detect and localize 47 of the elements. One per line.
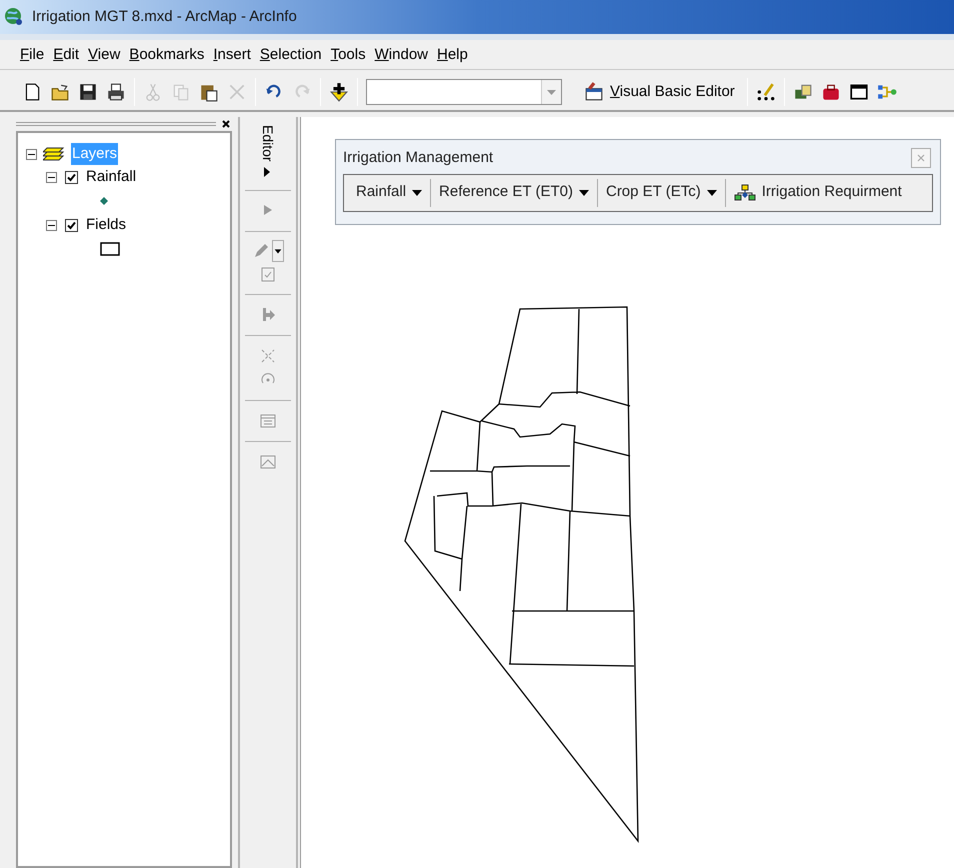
menu-item[interactable]: Selection	[260, 47, 322, 62]
layers-icon	[43, 146, 65, 162]
clipboard-check-icon[interactable]	[259, 264, 277, 283]
menu-item[interactable]: Bookmarks	[129, 47, 204, 62]
window-icon[interactable]	[848, 82, 869, 102]
checkmark-icon	[66, 172, 77, 182]
tool-button[interactable]: Irrigation Requirment	[728, 178, 908, 208]
close-icon	[917, 154, 925, 162]
menu-item[interactable]: View	[88, 47, 120, 62]
plus-arrow-icon[interactable]	[329, 82, 349, 102]
pencil-dots-icon[interactable]	[756, 82, 776, 102]
window-title: Irrigation MGT 8.mxd - ArcMap - ArcInfo	[32, 6, 297, 27]
visual-basic-editor-button[interactable]: Visual Basic Editor	[580, 78, 739, 106]
collapse-toggle[interactable]	[46, 220, 57, 230]
menu-item[interactable]: File	[20, 47, 44, 62]
collapse-toggle[interactable]	[46, 172, 57, 182]
dropdown-arrow-icon	[706, 190, 717, 196]
open-folder-icon[interactable]	[50, 82, 70, 102]
dropdown-arrow-icon	[547, 90, 556, 94]
globe-icon	[4, 7, 24, 27]
collapse-toggle[interactable]	[26, 148, 37, 160]
menu-item[interactable]: Edit	[53, 47, 80, 62]
toolbar-title: Editor	[261, 125, 275, 162]
toolbar-title: Irrigation Management	[343, 148, 494, 168]
layer-name[interactable]: Fields	[86, 214, 126, 236]
menu-item[interactable]: Help	[437, 47, 468, 62]
layer-name[interactable]: Rainfall	[86, 166, 136, 188]
point-symbol-icon	[100, 197, 108, 205]
layer-checkbox[interactable]	[65, 170, 78, 184]
checkmark-icon	[66, 220, 77, 230]
window-brush-icon	[584, 82, 604, 102]
close-button[interactable]	[220, 118, 232, 130]
close-icon	[222, 120, 230, 128]
menu-item[interactable]: Window	[374, 47, 428, 62]
dropdown-menu-button[interactable]: Reference ET (ET0)	[433, 178, 595, 208]
dropdown-menu-button[interactable]: Rainfall	[350, 178, 428, 208]
menu-item[interactable]: Insert	[213, 47, 251, 62]
menu-item[interactable]: Tools	[330, 47, 366, 62]
combo-box[interactable]	[366, 79, 562, 105]
dropdown-arrow-icon	[412, 190, 422, 196]
dropdown-menu-button[interactable]: Crop ET (ETc)	[600, 178, 723, 208]
polygon-symbol-icon	[100, 242, 120, 256]
toolbox-icon[interactable]	[820, 82, 841, 102]
layer-checkbox[interactable]	[65, 218, 78, 232]
dropdown-arrow-icon	[578, 190, 589, 196]
network-icon	[734, 184, 756, 202]
printer-icon[interactable]	[106, 82, 126, 102]
